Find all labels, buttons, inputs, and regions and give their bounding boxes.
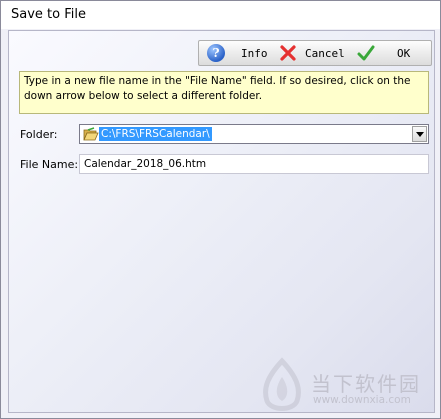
green-check-icon: [357, 45, 375, 61]
red-x-icon: [280, 45, 296, 61]
info-icon: ?: [207, 44, 225, 62]
folder-label: Folder:: [20, 128, 58, 141]
folder-path-value: C:\FRS\FRSCalendar\: [99, 127, 212, 141]
folder-dropdown[interactable]: C:\FRS\FRSCalendar\: [79, 124, 429, 144]
watermark-text: 当下软件园: [311, 372, 421, 396]
title-bar[interactable]: Save to File: [1, 1, 440, 29]
open-folder-icon: [83, 127, 99, 141]
dialog-body: ? Info Cancel OK Type in a new file name…: [8, 30, 435, 413]
chevron-down-icon[interactable]: [412, 126, 427, 142]
info-button[interactable]: ? Info: [207, 43, 268, 63]
watermark-url: www.downxia.com: [313, 394, 411, 406]
window-title: Save to File: [11, 7, 86, 22]
instruction-text: Type in a new file name in the "File Nam…: [19, 71, 429, 114]
ok-button[interactable]: OK: [357, 43, 410, 63]
info-button-label: Info: [241, 46, 268, 60]
file-name-label: File Name:: [20, 158, 79, 171]
toolbar: ? Info Cancel OK: [198, 40, 432, 66]
cancel-button-label: Cancel: [305, 46, 345, 60]
watermark-logo-icon: [263, 357, 301, 411]
ok-button-label: OK: [397, 46, 411, 60]
file-name-field[interactable]: [79, 154, 429, 174]
save-to-file-dialog: Save to File ? Info Cancel OK Type in a …: [0, 0, 441, 419]
cancel-button[interactable]: Cancel: [279, 43, 345, 63]
